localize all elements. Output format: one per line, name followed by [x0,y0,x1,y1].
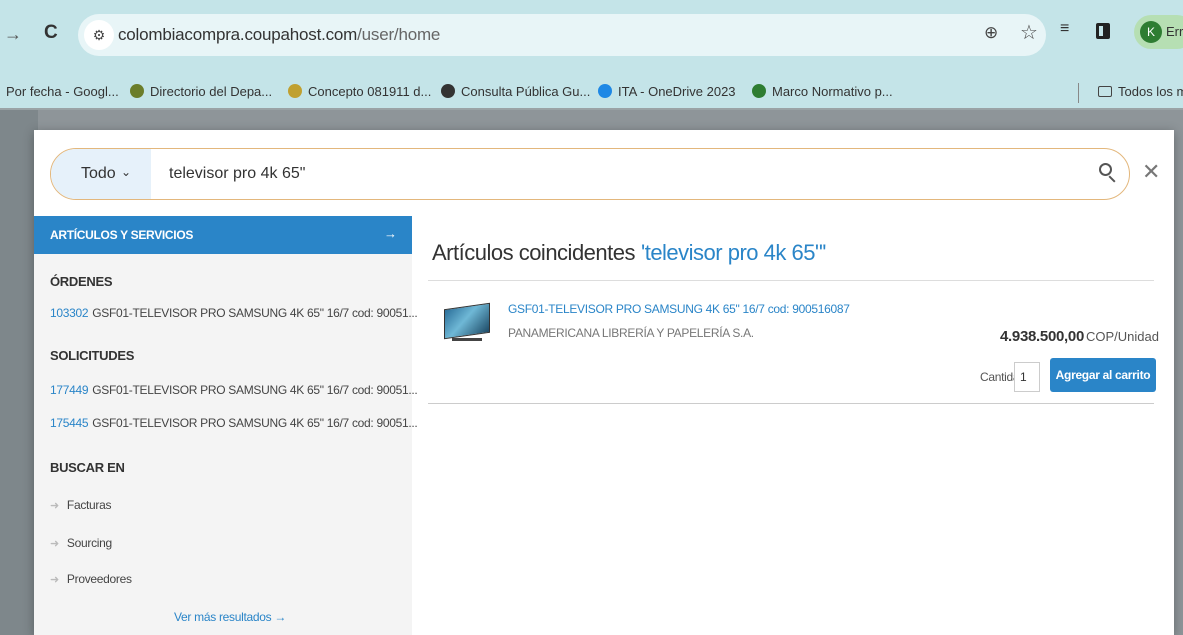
product-name-link[interactable]: GSF01-TELEVISOR PRO SAMSUNG 4K 65" 16/7 … [508,302,850,316]
bookmark-label: Por fecha - Googl... [6,84,119,99]
chevron-down-icon: ⌄ [121,165,132,179]
site-controls-icon[interactable]: ⚙ [84,20,114,50]
bookmark-item[interactable]: Directorio del Depa... [130,84,272,99]
browser-toolbar: → C ⚙ colombiacompra.coupahost.com/user/… [0,0,1183,80]
bookmark-item[interactable]: ITA - OneDrive 2023 [598,84,736,99]
scope-label: Todo [81,165,116,182]
bookmark-label: ITA - OneDrive 2023 [618,84,736,99]
profile-button[interactable]: K Err [1134,15,1183,49]
arrow-icon: ➜ [50,574,59,586]
divider [428,403,1154,404]
articles-services-label: ARTÍCULOS Y SERVICIOS [50,228,194,242]
request-text: GSF01-TELEVISOR PRO SAMSUNG 4K 65" 16/7 … [92,416,418,430]
bookmark-item[interactable]: Concepto 081911 d... [288,84,431,99]
left-panel: ARTÍCULOS Y SERVICIOS → ÓRDENES 103302 GS… [34,216,418,635]
bookmarks-folder[interactable]: Todos los m [1098,84,1183,99]
order-result[interactable]: 103302 GSF01-TELEVISOR PRO SAMSUNG 4K 65"… [50,306,418,320]
bookmark-icon [288,84,302,98]
results-query: 'televisor pro 4k 65"' [641,240,826,265]
search-modal: Todo ⌄ ✕ ARTÍCULOS Y SERVICIOS → ÓRDENES… [34,130,1174,635]
articles-services-header[interactable]: ARTÍCULOS Y SERVICIOS → [34,216,412,254]
folder-label: Todos los m [1118,84,1183,99]
request-result[interactable]: 177449 GSF01-TELEVISOR PRO SAMSUNG 4K 65"… [50,383,418,397]
bookmarks-bar: Por fecha - Googl... Directorio del Depa… [0,78,1183,108]
reload-icon[interactable]: C [44,22,58,44]
search-in-sourcing[interactable]: ➜ Sourcing [50,536,112,550]
more-results-link[interactable]: Ver más resultados → [174,610,286,624]
url-path: /user/home [357,25,441,44]
search-in-label: Proveedores [66,572,132,586]
scope-dropdown[interactable]: Todo ⌄ [51,149,151,199]
bookmark-label: Directorio del Depa... [150,84,273,99]
bookmarks-separator [1078,83,1079,103]
order-text: GSF01-TELEVISOR PRO SAMSUNG 4K 65" 16/7 … [92,306,418,320]
page-sidebar [0,110,38,635]
bookmark-label: Concepto 081911 d... [308,84,432,99]
folder-icon [1098,86,1112,97]
bookmark-icon [752,84,766,98]
search-icon[interactable] [1097,161,1119,185]
price-value: 4.938.500,00 [1000,328,1084,345]
globe-icon [441,84,455,98]
request-id: 175445 [50,416,89,430]
search-in-label: Sourcing [66,536,112,550]
search-bar: Todo ⌄ [50,148,1130,200]
reading-list-icon[interactable]: ≡ [1060,20,1069,38]
search-in-section-title: BUSCAR EN [50,460,125,475]
zoom-icon[interactable]: ⊕ [984,23,998,43]
profile-label: Err [1166,24,1183,39]
side-panel-icon[interactable] [1096,23,1110,39]
search-in-label: Facturas [66,498,112,512]
quantity-input[interactable] [1014,362,1040,392]
arrow-right-icon: → [384,226,397,241]
product-vendor: PANAMERICANA LIBRERÍA Y PAPELERÍA S.A. [508,326,754,340]
url-host: colombiacompra.coupahost.com [118,25,358,44]
product-thumbnail[interactable] [444,302,492,344]
add-to-cart-button[interactable]: Agregar al carrito [1050,358,1156,392]
avatar: K [1140,21,1162,43]
bookmark-label: Consulta Pública Gu... [461,84,591,99]
search-in-suppliers[interactable]: ➜ Proveedores [50,572,132,586]
request-result[interactable]: 175445 GSF01-TELEVISOR PRO SAMSUNG 4K 65"… [50,416,418,430]
bookmark-item[interactable]: Consulta Pública Gu... [441,84,590,99]
arrow-icon: ➜ [50,500,59,512]
bookmark-item[interactable]: Por fecha - Googl... [6,84,119,99]
product-price: 4.938.500,00 COP/Unidad [1000,328,1159,345]
price-unit: COP/Unidad [1085,329,1159,344]
results-title-text: Artículos coincidentes [432,240,636,265]
orders-section-title: ÓRDENES [50,274,113,289]
forward-icon[interactable]: → [4,24,22,45]
onedrive-icon [598,84,612,98]
bookmark-item[interactable]: Marco Normativo p... [752,84,893,99]
bookmark-label: Marco Normativo p... [772,84,893,99]
bookmark-icon [130,84,144,98]
star-icon[interactable]: ☆ [1020,20,1038,45]
close-icon[interactable]: ✕ [1142,160,1160,184]
request-id: 177449 [50,383,89,397]
divider [428,280,1154,281]
search-in-invoices[interactable]: ➜ Facturas [50,498,112,512]
arrow-icon: ➜ [50,538,59,550]
requests-section-title: SOLICITUDES [50,348,135,363]
request-text: GSF01-TELEVISOR PRO SAMSUNG 4K 65" 16/7 … [92,383,418,397]
order-id: 103302 [50,306,89,320]
address-bar[interactable]: ⚙ colombiacompra.coupahost.com/user/home… [78,14,1046,56]
url-text[interactable]: colombiacompra.coupahost.com/user/home [118,25,440,45]
results-title: Artículos coincidentes'televisor pro 4k … [432,240,826,266]
search-input[interactable] [169,159,1069,189]
